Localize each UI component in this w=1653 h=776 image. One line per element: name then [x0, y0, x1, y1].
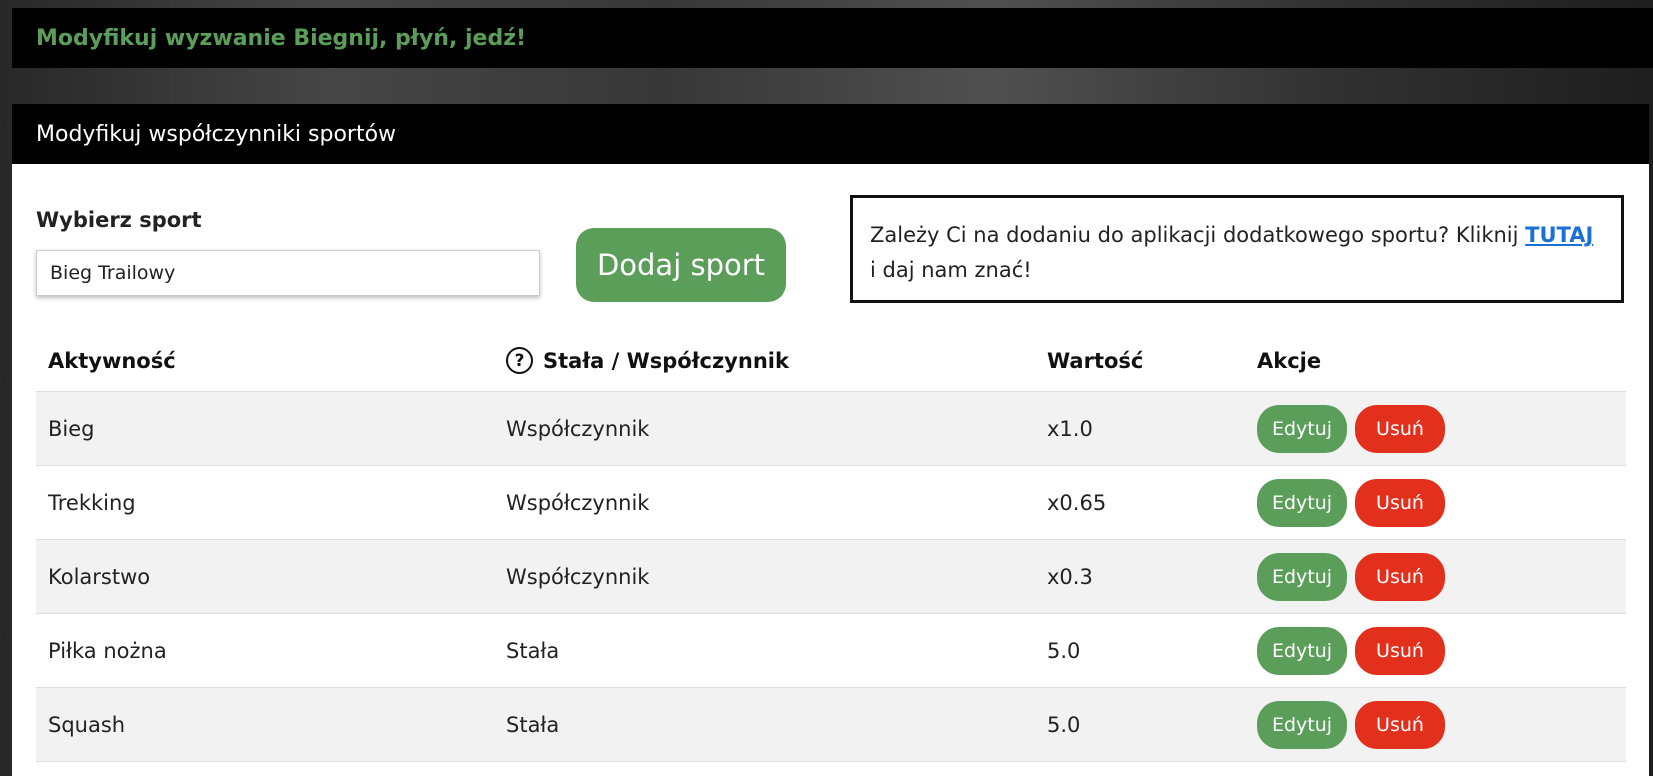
sport-coefficients-panel: Modyfikuj współczynniki sportów Wybierz … [12, 104, 1649, 776]
header-actions: Akcje [1257, 348, 1322, 373]
sport-select-value: Bieg Trailowy [50, 262, 176, 284]
header-activity: Aktywność [48, 348, 176, 373]
sport-select[interactable]: Bieg Trailowy [36, 250, 540, 296]
table-row: Bieg Współczynnik x1.0 Edytuj Usuń [36, 392, 1626, 466]
header-type-label: Stała / Współczynnik [543, 348, 789, 373]
delete-button[interactable]: Usuń [1355, 700, 1445, 749]
delete-button[interactable]: Usuń [1355, 626, 1445, 675]
cell-value: x1.0 [1047, 416, 1093, 441]
cell-actions: Edytuj Usuń [1245, 478, 1626, 527]
cell-actions: Edytuj Usuń [1245, 552, 1626, 601]
header-value: Wartość [1047, 348, 1144, 373]
cell-type: Stała [506, 712, 560, 737]
delete-button[interactable]: Usuń [1355, 552, 1445, 601]
header-type: ? Stała / Współczynnik [494, 347, 1035, 374]
edit-button[interactable]: Edytuj [1257, 404, 1347, 453]
cell-value: 5.0 [1047, 712, 1081, 737]
info-text-after: i daj nam znać! [870, 258, 1032, 282]
table-header: Aktywność ? Stała / Współczynnik Wartość… [36, 330, 1626, 392]
sport-select-label: Wybierz sport [36, 208, 202, 232]
table-row: Kolarstwo Współczynnik x0.3 Edytuj Usuń [36, 540, 1626, 614]
table-row: Squash Stała 5.0 Edytuj Usuń [36, 688, 1626, 762]
edit-button[interactable]: Edytuj [1257, 552, 1347, 601]
cell-activity: Squash [48, 712, 126, 737]
cell-activity: Bieg [48, 416, 95, 441]
cell-value: 5.0 [1047, 638, 1081, 663]
request-sport-link[interactable]: TUTAJ [1525, 223, 1593, 247]
cell-actions: Edytuj Usuń [1245, 626, 1626, 675]
cell-actions: Edytuj Usuń [1245, 404, 1626, 453]
cell-type: Współczynnik [506, 564, 650, 589]
add-sport-button[interactable]: Dodaj sport [576, 228, 786, 302]
cell-actions: Edytuj Usuń [1245, 700, 1626, 749]
edit-button[interactable]: Edytuj [1257, 700, 1347, 749]
panel-title: Modyfikuj współczynniki sportów [12, 104, 1649, 164]
cell-activity: Kolarstwo [48, 564, 151, 589]
cell-type: Współczynnik [506, 416, 650, 441]
cell-value: x0.3 [1047, 564, 1093, 589]
cell-type: Współczynnik [506, 490, 650, 515]
help-icon[interactable]: ? [506, 347, 533, 374]
table-row: Trekking Współczynnik x0.65 Edytuj Usuń [36, 466, 1626, 540]
info-text-before: Zależy Ci na dodaniu do aplikacji dodatk… [870, 223, 1526, 247]
cell-activity: Trekking [48, 490, 136, 515]
table-row: Piłka nożna Stała 5.0 Edytuj Usuń [36, 614, 1626, 688]
delete-button[interactable]: Usuń [1355, 404, 1445, 453]
cell-type: Stała [506, 638, 560, 663]
cell-value: x0.65 [1047, 490, 1107, 515]
delete-button[interactable]: Usuń [1355, 478, 1445, 527]
edit-button[interactable]: Edytuj [1257, 478, 1347, 527]
challenge-header: Modyfikuj wyzwanie Biegnij, płyń, jedź! [12, 8, 1653, 68]
request-sport-info: Zależy Ci na dodaniu do aplikacji dodatk… [850, 195, 1624, 303]
edit-button[interactable]: Edytuj [1257, 626, 1347, 675]
sports-table: Aktywność ? Stała / Współczynnik Wartość… [36, 330, 1626, 762]
cell-activity: Piłka nożna [48, 638, 167, 663]
challenge-title: Modyfikuj wyzwanie Biegnij, płyń, jedź! [36, 25, 527, 51]
